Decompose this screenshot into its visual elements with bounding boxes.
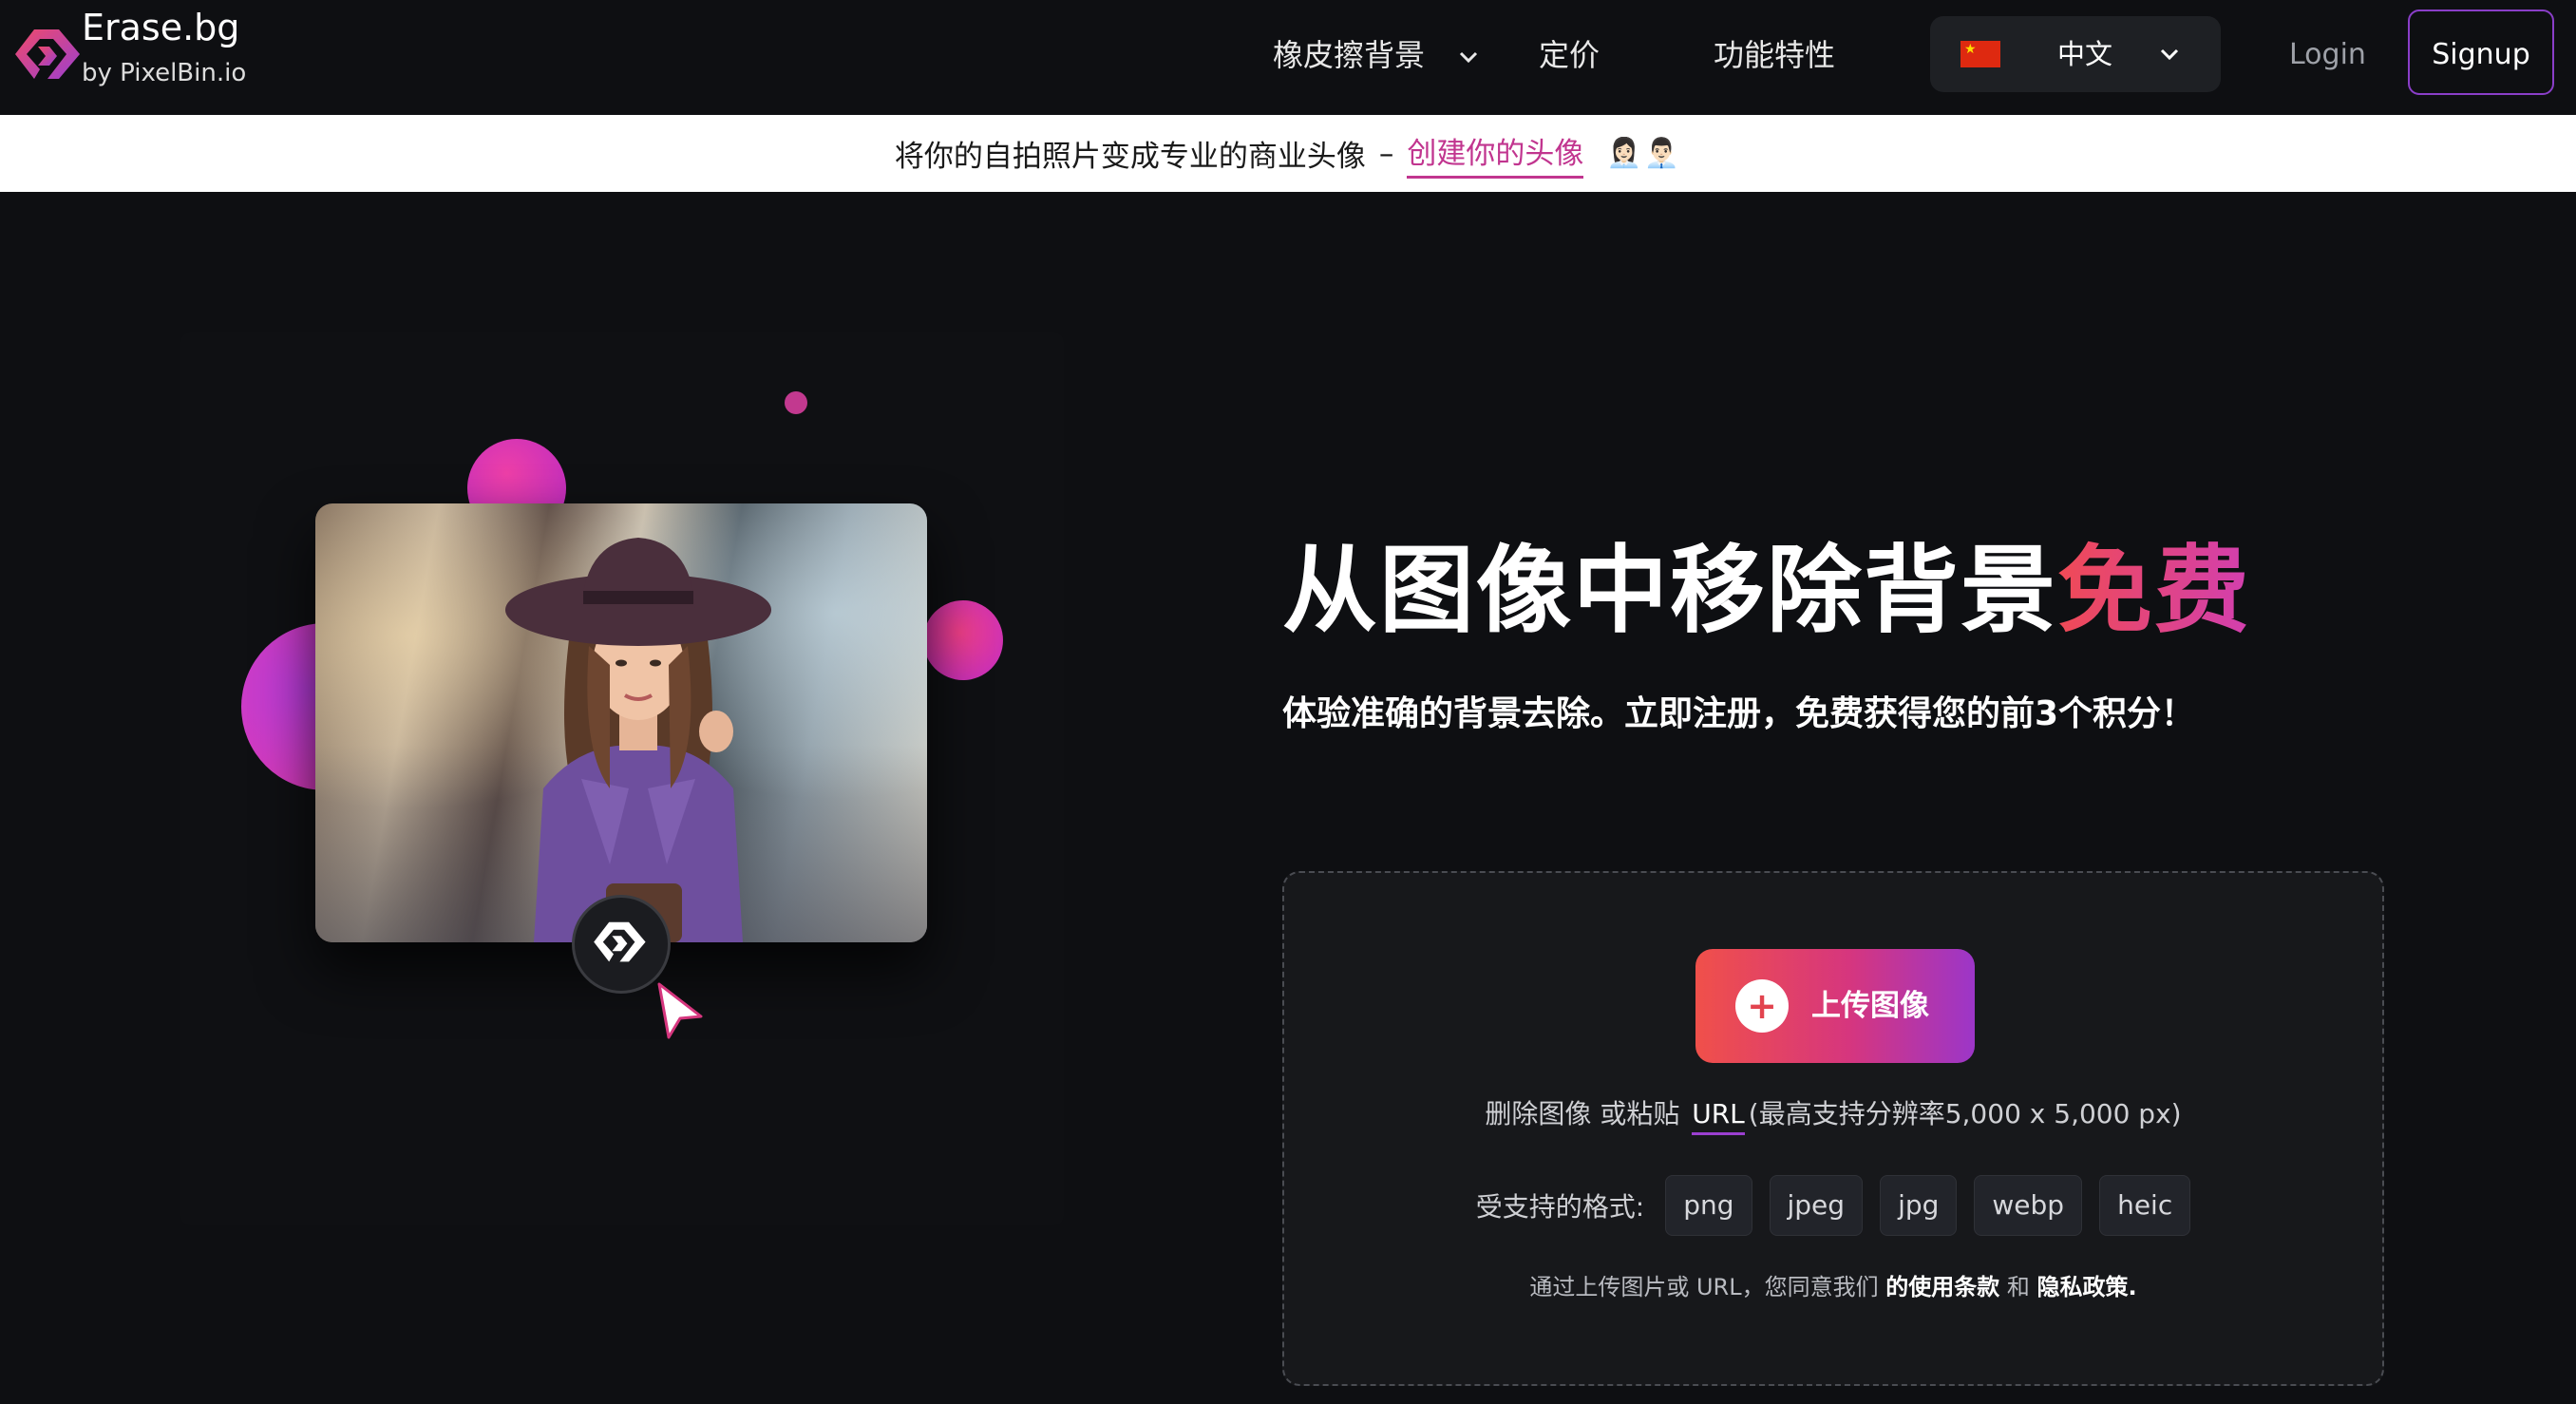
chevron-down-icon <box>2160 48 2179 61</box>
mouse-cursor-icon <box>657 982 703 1039</box>
nav-pricing[interactable]: 定价 <box>1539 32 1600 78</box>
format-chip-png: png <box>1665 1175 1752 1236</box>
top-nav: Erase.bg by PixelBin.io 橡皮擦背景 定价 功能特性 ★ … <box>0 0 2576 115</box>
signup-button[interactable]: Signup <box>2408 9 2554 95</box>
drop-hint: 删除图像 或粘贴 URL (最高支持分辨率5,000 x 5,000 px) <box>1284 1093 2382 1135</box>
privacy-policy-link[interactable]: 隐私政策. <box>2037 1274 2137 1300</box>
plus-icon: + <box>1735 979 1789 1033</box>
create-headshot-link[interactable]: 创建你的头像 <box>1407 129 1584 179</box>
erase-bg-badge <box>572 895 671 994</box>
brand-name: Erase.bg <box>82 7 240 48</box>
hero-headline: 从图像中移除背景免费 <box>1282 532 2251 650</box>
headline-main: 从图像中移除背景 <box>1282 535 2057 646</box>
upload-image-label: 上传图像 <box>1811 989 1929 1023</box>
china-flag-icon: ★ <box>1960 41 2000 67</box>
headshot-emoji-icon: 👩🏻‍💼👨🏻‍💼 <box>1606 137 1682 170</box>
brand-logo[interactable] <box>13 9 85 104</box>
headline-accent: 免费 <box>2057 535 2251 646</box>
formats-label: 受支持的格式: <box>1475 1191 1645 1223</box>
hero-subhead: 体验准确的背景去除。立即注册，免费获得您的前3个积分！ <box>1282 694 2196 733</box>
decor-bubble <box>785 391 807 414</box>
sample-photo <box>315 503 927 942</box>
paste-url-link[interactable]: URL <box>1692 1098 1745 1135</box>
nav-features[interactable]: 功能特性 <box>1714 32 1835 78</box>
format-chip-jpeg: jpeg <box>1769 1175 1864 1236</box>
decor-bubble <box>923 600 1003 680</box>
login-link[interactable]: Login <box>2289 32 2366 78</box>
format-chip-webp: webp <box>1974 1175 2083 1236</box>
terms-and: 和 <box>2006 1274 2030 1300</box>
supported-formats: 受支持的格式: png jpeg jpg webp heic <box>1284 1175 2382 1236</box>
format-chip-heic: heic <box>2099 1175 2191 1236</box>
language-selector[interactable]: ★ 中文 <box>1930 16 2221 92</box>
brand-byline: by PixelBin.io <box>82 59 247 87</box>
language-label: 中文 <box>2057 38 2113 70</box>
woman-portrait-illustration <box>505 538 771 942</box>
nav-eraser-label: 橡皮擦背景 <box>1273 37 1426 73</box>
erase-bg-logo-icon <box>15 29 80 79</box>
terms-of-use-link[interactable]: 的使用条款 <box>1885 1274 1999 1300</box>
nav-eraser-dropdown[interactable]: 橡皮擦背景 <box>1273 32 1482 78</box>
erase-bg-logo-icon <box>594 921 646 962</box>
brand-text[interactable]: Erase.bg by PixelBin.io <box>82 9 291 87</box>
promo-dash: – <box>1378 136 1394 171</box>
upload-image-button[interactable]: + 上传图像 <box>1695 949 1975 1063</box>
promo-text: 将你的自拍照片变成专业的商业头像 <box>894 140 1366 174</box>
chevron-down-icon <box>1460 51 1478 64</box>
terms-notice: 通过上传图片或 URL，您同意我们 的使用条款 和 隐私政策. <box>1284 1268 2382 1301</box>
drop-hint-prefix: 删除图像 或粘贴 <box>1485 1098 1680 1129</box>
promo-banner: 将你的自拍照片变成专业的商业头像 – 创建你的头像 👩🏻‍💼👨🏻‍💼 <box>0 115 2576 192</box>
format-chip-jpg: jpg <box>1880 1175 1958 1236</box>
upload-dropzone[interactable]: + 上传图像 删除图像 或粘贴 URL (最高支持分辨率5,000 x 5,000… <box>1282 871 2384 1386</box>
drop-hint-suffix: (最高支持分辨率5,000 x 5,000 px) <box>1748 1098 2182 1129</box>
terms-prefix: 通过上传图片或 URL，您同意我们 <box>1529 1274 1879 1300</box>
